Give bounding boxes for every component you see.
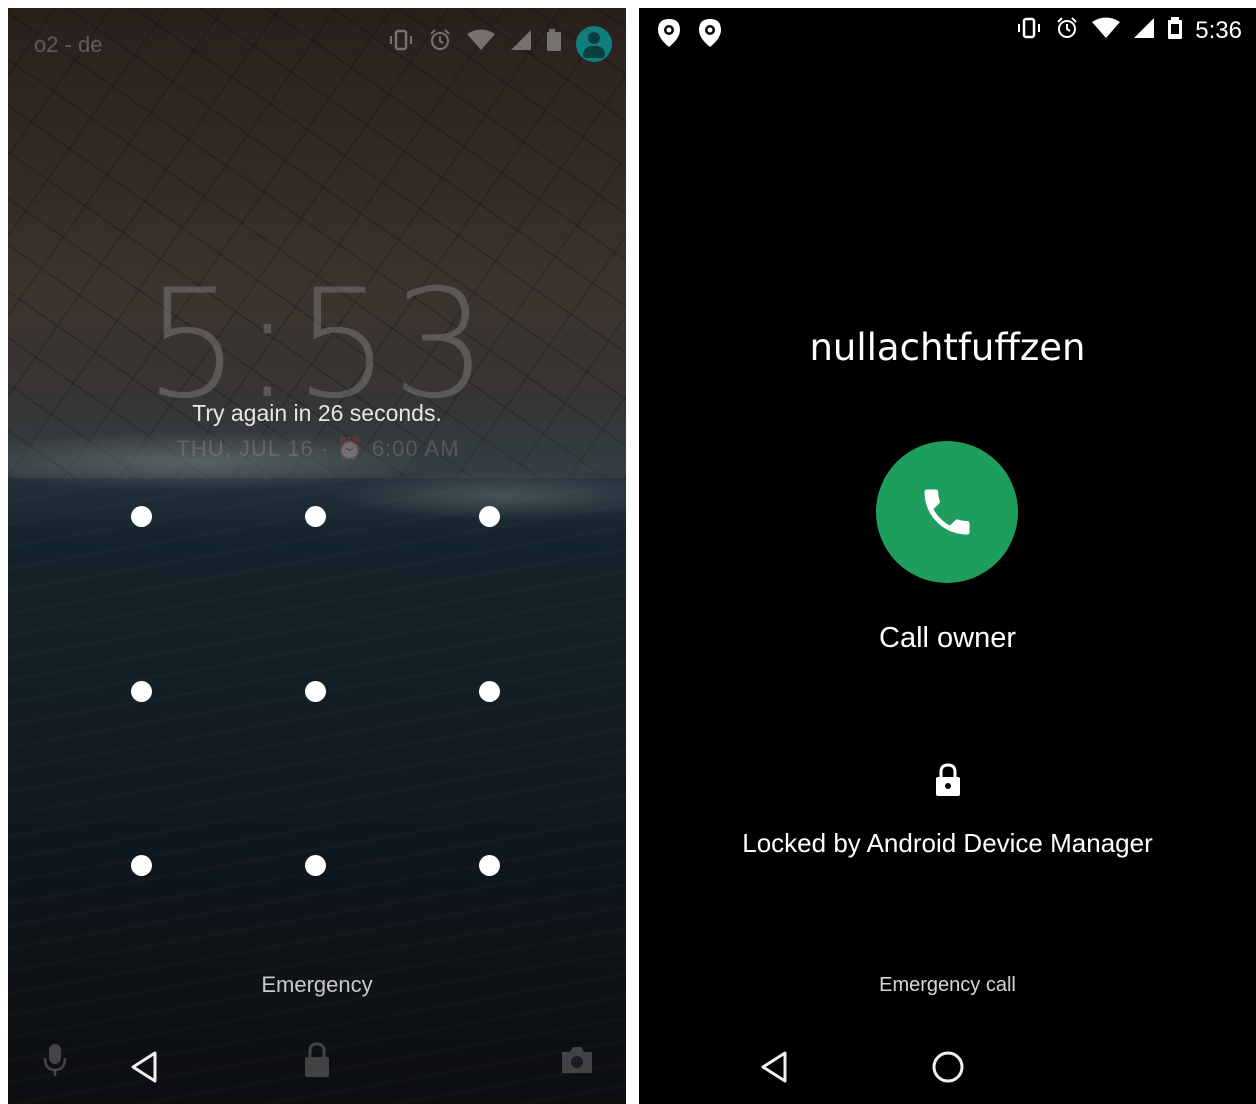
pattern-dot[interactable]: [479, 506, 500, 527]
locked-message: Locked by Android Device Manager: [742, 828, 1153, 858]
microphone-icon[interactable]: [42, 1042, 68, 1083]
camera-icon[interactable]: [559, 1044, 595, 1081]
battery-icon: [546, 28, 562, 61]
pattern-dot[interactable]: [305, 681, 326, 702]
phone-icon: [924, 489, 970, 535]
pattern-dot[interactable]: [131, 855, 152, 876]
pattern-dot[interactable]: [131, 506, 152, 527]
home-icon[interactable]: [931, 1050, 965, 1089]
pattern-dot[interactable]: [479, 681, 500, 702]
alarm-icon: [428, 28, 452, 61]
signal-icon: [510, 28, 532, 60]
dim-overlay: [8, 8, 626, 1104]
vibrate-icon: [1015, 16, 1043, 46]
pattern-dot[interactable]: [479, 855, 500, 876]
status-icons-right: 5:36: [1015, 16, 1242, 46]
pattern-dot[interactable]: [305, 506, 326, 527]
user-avatar[interactable]: [576, 26, 612, 62]
status-bar: 5:36: [639, 8, 1256, 56]
call-owner-label: Call owner: [879, 622, 1016, 654]
left-lockscreen: o2 - de 5:53 THU, JUL 16 · ⏰ 6:00 AM Try…: [8, 8, 626, 1104]
back-icon[interactable]: [759, 1050, 789, 1089]
date-alarm-line: THU, JUL 16 · ⏰ 6:00 AM: [176, 436, 460, 461]
lock-icon: [932, 760, 964, 805]
status-time: 5:36: [1195, 17, 1242, 44]
lock-icon[interactable]: [301, 1040, 333, 1085]
pattern-dot[interactable]: [305, 855, 326, 876]
status-icons: [388, 26, 612, 62]
retry-message: Try again in 26 seconds.: [192, 400, 442, 426]
call-owner-button[interactable]: [876, 441, 1018, 583]
wifi-icon: [466, 28, 496, 61]
carrier-label: o2 - de: [34, 32, 103, 57]
wifi-icon: [1091, 16, 1121, 46]
location-pin-icon: [657, 18, 681, 48]
right-lockscreen: 5:36 nullachtfuffzen Call owner Locked b…: [639, 8, 1256, 1104]
emergency-button[interactable]: Emergency: [8, 972, 626, 998]
emergency-call-button[interactable]: Emergency call: [639, 974, 1256, 997]
battery-icon: [1167, 16, 1183, 46]
signal-icon: [1133, 17, 1155, 45]
owner-name: nullachtfuffzen: [809, 326, 1086, 369]
location-pin-icon: [698, 18, 722, 48]
back-icon[interactable]: [129, 1050, 159, 1089]
pattern-dot[interactable]: [131, 681, 152, 702]
alarm-icon: [1055, 16, 1079, 46]
vibrate-icon: [388, 28, 414, 61]
